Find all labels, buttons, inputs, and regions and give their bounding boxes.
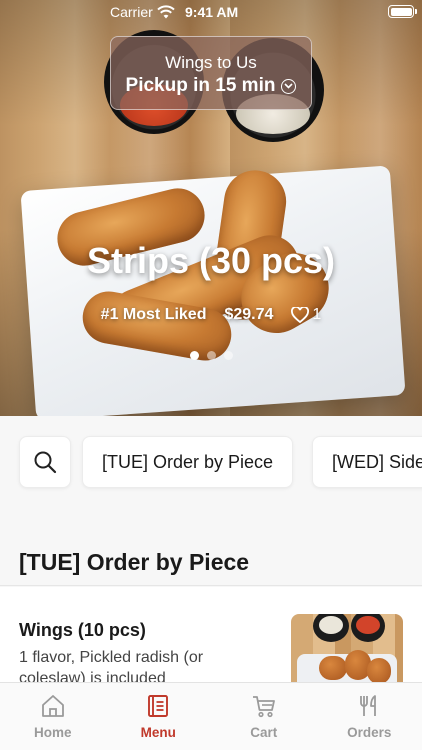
pickup-selector[interactable]: Wings to Us Pickup in 15 min xyxy=(110,36,312,110)
pickup-time-row: Pickup in 15 min xyxy=(111,75,311,97)
carousel-dot[interactable] xyxy=(223,351,233,360)
pickup-time: Pickup in 15 min xyxy=(125,75,276,96)
tab-home[interactable]: Home xyxy=(0,683,106,750)
search-icon xyxy=(34,451,57,474)
category-scroller[interactable]: [TUE] Order by Piece [WED] Side xyxy=(0,416,422,512)
carousel-pagination[interactable] xyxy=(0,351,422,360)
menu-book-icon xyxy=(148,695,169,717)
featured-price: $29.74 xyxy=(224,306,274,323)
carousel-dot[interactable] xyxy=(206,351,216,360)
status-bar: Carrier 9:41 AM xyxy=(0,0,422,24)
tab-menu[interactable]: Menu xyxy=(106,683,212,750)
section-title: [TUE] Order by Piece xyxy=(19,549,250,575)
carousel-dot[interactable] xyxy=(189,351,199,360)
tab-orders[interactable]: Orders xyxy=(317,683,422,750)
featured-item-title: Strips (30 pcs) xyxy=(86,240,336,281)
store-name: Wings to Us xyxy=(165,53,257,72)
category-chip[interactable]: [WED] Side xyxy=(312,436,422,488)
wifi-icon xyxy=(157,5,175,19)
tab-label: Cart xyxy=(250,725,278,740)
search-button[interactable] xyxy=(19,436,71,488)
chevron-down-icon xyxy=(281,78,297,94)
menu-item-name: Wings (10 pcs) xyxy=(19,620,146,640)
menu-item-card[interactable]: Wings (10 pcs) 1 flavor, Pickled radish … xyxy=(0,587,422,682)
carrier-label: Carrier xyxy=(110,4,153,20)
tab-cart[interactable]: Cart xyxy=(211,683,317,750)
category-chip[interactable]: [TUE] Order by Piece xyxy=(82,436,294,488)
likes-count: 1 xyxy=(312,306,322,323)
battery-icon xyxy=(388,5,417,18)
featured-item-meta: #1 Most Liked $29.74 1 xyxy=(0,306,422,324)
clock: 9:41 AM xyxy=(185,4,239,20)
menu-item-image xyxy=(291,614,403,682)
tab-label: Menu xyxy=(140,725,176,740)
menu-item-description: 1 flavor, Pickled radish (or coleslaw) i… xyxy=(19,649,204,682)
tab-bar: Home Menu Cart Orders xyxy=(0,682,422,750)
home-icon xyxy=(41,695,64,717)
rank-badge: #1 Most Liked xyxy=(100,306,207,323)
hero-banner[interactable]: Carrier 9:41 AM Wings to Us Pickup in 15… xyxy=(0,0,422,416)
tab-label: Home xyxy=(33,725,72,740)
likes[interactable]: 1 xyxy=(291,306,321,324)
fork-knife-icon xyxy=(360,695,377,716)
section-header: [TUE] Order by Piece xyxy=(0,512,422,586)
tab-label: Orders xyxy=(347,725,392,740)
heart-icon xyxy=(291,307,310,323)
cart-icon xyxy=(252,696,275,718)
